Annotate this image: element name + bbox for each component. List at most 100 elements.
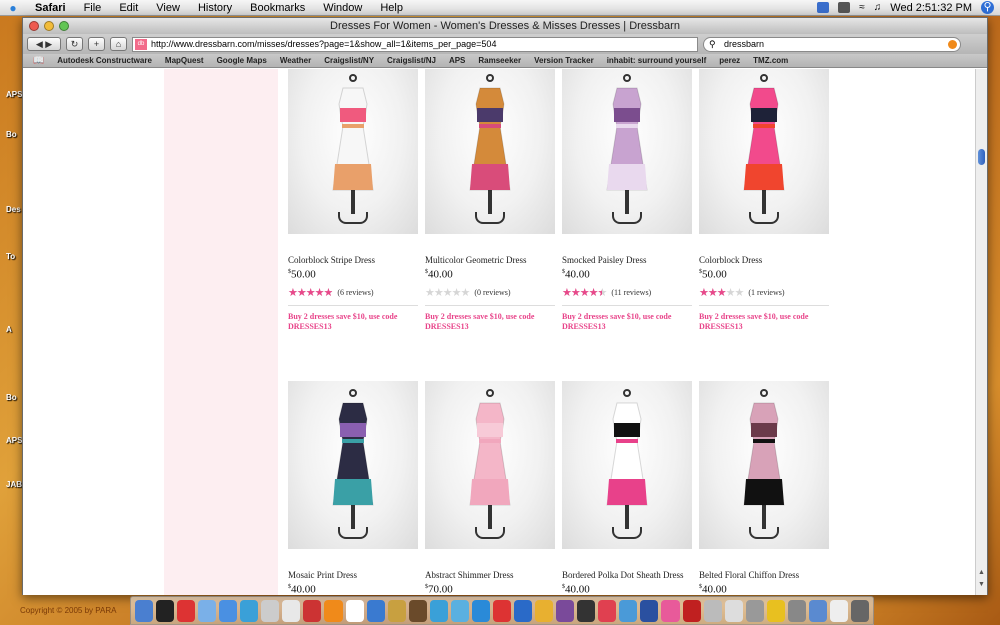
product-card[interactable]: Colorblock Dress$50.00 ★★★★★★★★★★ (1 revie… <box>699 69 829 332</box>
reviews-count-link[interactable]: (6 reviews) <box>337 288 373 297</box>
dock-app-icon[interactable] <box>429 599 448 622</box>
desktop-icon-label[interactable]: Bo <box>6 393 17 402</box>
desktop-icon-label[interactable]: Des <box>6 205 21 214</box>
dock-app-icon[interactable] <box>766 599 785 622</box>
dock-app-icon[interactable] <box>556 599 575 622</box>
desktop-icon-label[interactable]: Bo <box>6 130 17 139</box>
menu-bookmarks[interactable]: Bookmarks <box>241 0 314 16</box>
display-icon[interactable] <box>838 2 851 13</box>
product-name-link[interactable]: Smocked Paisley Dress <box>562 255 692 266</box>
product-card[interactable]: Colorblock Stripe Dress $50.00 ★★★★★ ★★★★★ (… <box>288 69 418 332</box>
dock-app-icon[interactable] <box>387 599 406 622</box>
product-image[interactable] <box>699 69 829 234</box>
dock-app-icon[interactable] <box>808 599 827 622</box>
minimize-window-button[interactable] <box>44 21 54 31</box>
desktop-icon-label[interactable]: To <box>6 252 15 261</box>
bookmark-item[interactable]: Autodesk Constructware <box>57 56 152 65</box>
desktop-icon-label[interactable]: JAB <box>6 480 22 489</box>
dock-app-icon[interactable] <box>134 599 153 622</box>
spotlight-icon[interactable]: ⚲ <box>981 1 994 14</box>
address-bar[interactable]: db http://www.dressbarn.com/misses/dress… <box>132 36 698 52</box>
dock-app-icon[interactable] <box>787 599 806 622</box>
dock-app-icon[interactable] <box>577 599 596 622</box>
dock-app-icon[interactable] <box>682 599 701 622</box>
bookmark-item[interactable]: Google Maps <box>217 56 267 65</box>
reviews-count-link[interactable]: (11 reviews) <box>611 288 651 297</box>
dock-app-icon[interactable] <box>408 599 427 622</box>
dock-app-icon[interactable] <box>155 599 175 622</box>
dock-app-icon[interactable] <box>703 599 722 622</box>
product-image[interactable] <box>425 381 555 549</box>
reload-icon[interactable]: ↻ <box>66 37 83 51</box>
dock-app-icon[interactable] <box>471 599 490 622</box>
product-image[interactable] <box>288 381 418 549</box>
product-card[interactable]: Smocked Paisley Dress$40.00 ★★★★★★★★★★ (11… <box>562 69 692 332</box>
dock-app-icon[interactable] <box>198 599 217 622</box>
product-name-link[interactable]: Colorblock Dress <box>699 255 829 266</box>
product-image[interactable] <box>288 69 418 234</box>
menu-edit[interactable]: Edit <box>110 0 147 16</box>
product-name-link[interactable]: Belted Floral Chiffon Dress <box>699 570 829 581</box>
bookmark-item[interactable]: TMZ.com <box>753 56 788 65</box>
menu-safari[interactable]: Safari <box>26 0 75 16</box>
product-image[interactable] <box>425 69 555 234</box>
dock-app-icon[interactable] <box>282 599 301 622</box>
wifi-icon[interactable]: ≈ <box>859 2 865 13</box>
menu-history[interactable]: History <box>189 0 241 16</box>
menu-help[interactable]: Help <box>371 0 412 16</box>
zoom-window-button[interactable] <box>59 21 69 31</box>
product-card[interactable]: Bordered Polka Dot Sheath Dress $40.00 <box>562 381 692 595</box>
volume-icon[interactable]: ♫ <box>874 2 882 13</box>
bookmark-item[interactable]: Craigslist/NJ <box>387 56 436 65</box>
search-field[interactable]: ⚲ dressbarn <box>703 36 961 52</box>
dock-app-icon[interactable] <box>535 599 554 622</box>
product-card[interactable]: Mosaic Print Dress $40.00 <box>288 381 418 595</box>
product-card[interactable]: Multicolor Geometric Dress$40.00 ★★★★★★★★… <box>425 69 555 332</box>
product-name-link[interactable]: Colorblock Stripe Dress <box>288 255 418 266</box>
dock-app-icon[interactable] <box>345 599 364 622</box>
dock-app-icon[interactable] <box>724 599 743 622</box>
bookmark-item[interactable]: Version Tracker <box>534 56 594 65</box>
bookmark-item[interactable]: Weather <box>280 56 311 65</box>
dock-app-icon[interactable] <box>303 599 322 622</box>
bookmarks-book-icon[interactable]: 📖 <box>33 55 44 66</box>
dock-app-icon[interactable] <box>366 599 385 622</box>
sync-icon[interactable] <box>817 2 830 13</box>
product-image[interactable] <box>699 381 829 549</box>
menu-clock[interactable]: Wed 2:51:32 PM <box>890 2 972 14</box>
product-name-link[interactable]: Abstract Shimmer Dress <box>425 570 555 581</box>
vertical-scrollbar[interactable]: ▲ ▼ <box>975 69 987 595</box>
dock-app-icon[interactable] <box>240 599 259 622</box>
menu-window[interactable]: Window <box>314 0 371 16</box>
dock-app-icon[interactable] <box>640 599 659 622</box>
close-window-button[interactable] <box>29 21 39 31</box>
product-name-link[interactable]: Multicolor Geometric Dress <box>425 255 555 266</box>
bookmark-item[interactable]: Craigslist/NY <box>324 56 374 65</box>
dock-app-icon[interactable] <box>177 599 196 622</box>
desktop-icon-label[interactable]: APS <box>6 436 22 445</box>
bookmark-item[interactable]: Ramseeker <box>478 56 521 65</box>
dock-app-icon[interactable] <box>324 599 343 622</box>
menu-file[interactable]: File <box>75 0 111 16</box>
dock-app-icon[interactable] <box>661 599 680 622</box>
product-image[interactable] <box>562 69 692 234</box>
back-forward-button[interactable]: ◀ ▶ <box>27 37 61 51</box>
dock-app-icon[interactable] <box>514 599 533 622</box>
dock-app-icon[interactable] <box>829 599 849 622</box>
dock-app-icon[interactable] <box>261 599 280 622</box>
bookmark-item[interactable]: MapQuest <box>165 56 204 65</box>
menu-view[interactable]: View <box>147 0 189 16</box>
product-image[interactable] <box>562 381 692 549</box>
scroll-down-arrow-icon[interactable]: ▼ <box>978 581 985 588</box>
dock-app-icon[interactable] <box>619 599 638 622</box>
bookmark-item[interactable]: perez <box>719 56 740 65</box>
desktop-icon-label[interactable]: A <box>6 325 12 334</box>
add-bookmark-button[interactable]: + <box>88 37 105 51</box>
dock-app-icon[interactable] <box>851 599 870 622</box>
dock-app-icon[interactable] <box>745 599 764 622</box>
product-name-link[interactable]: Bordered Polka Dot Sheath Dress <box>562 570 692 581</box>
home-icon[interactable]: ⌂ <box>110 37 127 51</box>
dock-app-icon[interactable] <box>598 599 617 622</box>
dock-app-icon[interactable] <box>492 599 512 622</box>
reviews-count-link[interactable]: (1 reviews) <box>748 288 784 297</box>
